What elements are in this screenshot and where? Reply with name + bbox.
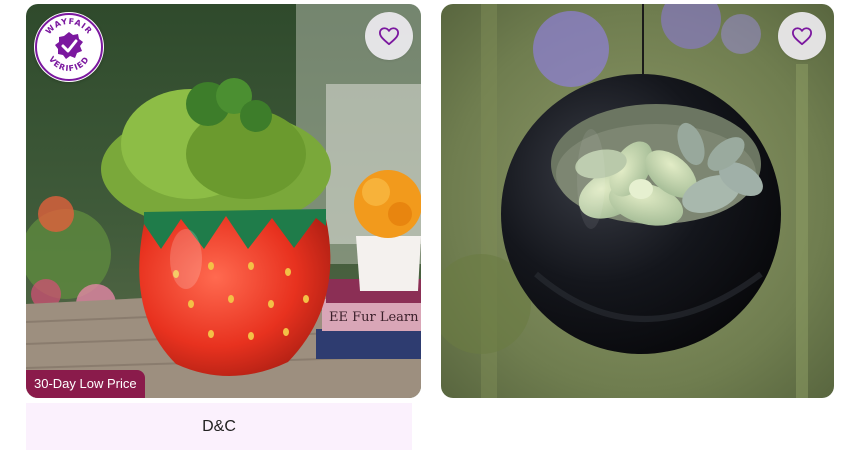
heart-outline-icon [378,27,399,46]
brand-name: D&C [202,417,236,435]
product-card-hanging-planter[interactable] [441,4,834,398]
product-card-strawberry-planter[interactable]: EE Fur Learn WAYFAIR VERIFIED 30-Day Low… [26,4,421,398]
favorite-button[interactable] [365,12,413,60]
wayfair-verified-badge: WAYFAIR VERIFIED [34,12,104,82]
heart-outline-icon [792,27,812,46]
product-image-hanging-planter[interactable] [441,4,834,398]
price-badge: 30-Day Low Price [26,370,145,398]
brand-bar[interactable]: D&C [26,403,412,450]
svg-text:EE Fur Learn: EE Fur Learn [329,310,419,325]
favorite-button[interactable] [778,12,826,60]
